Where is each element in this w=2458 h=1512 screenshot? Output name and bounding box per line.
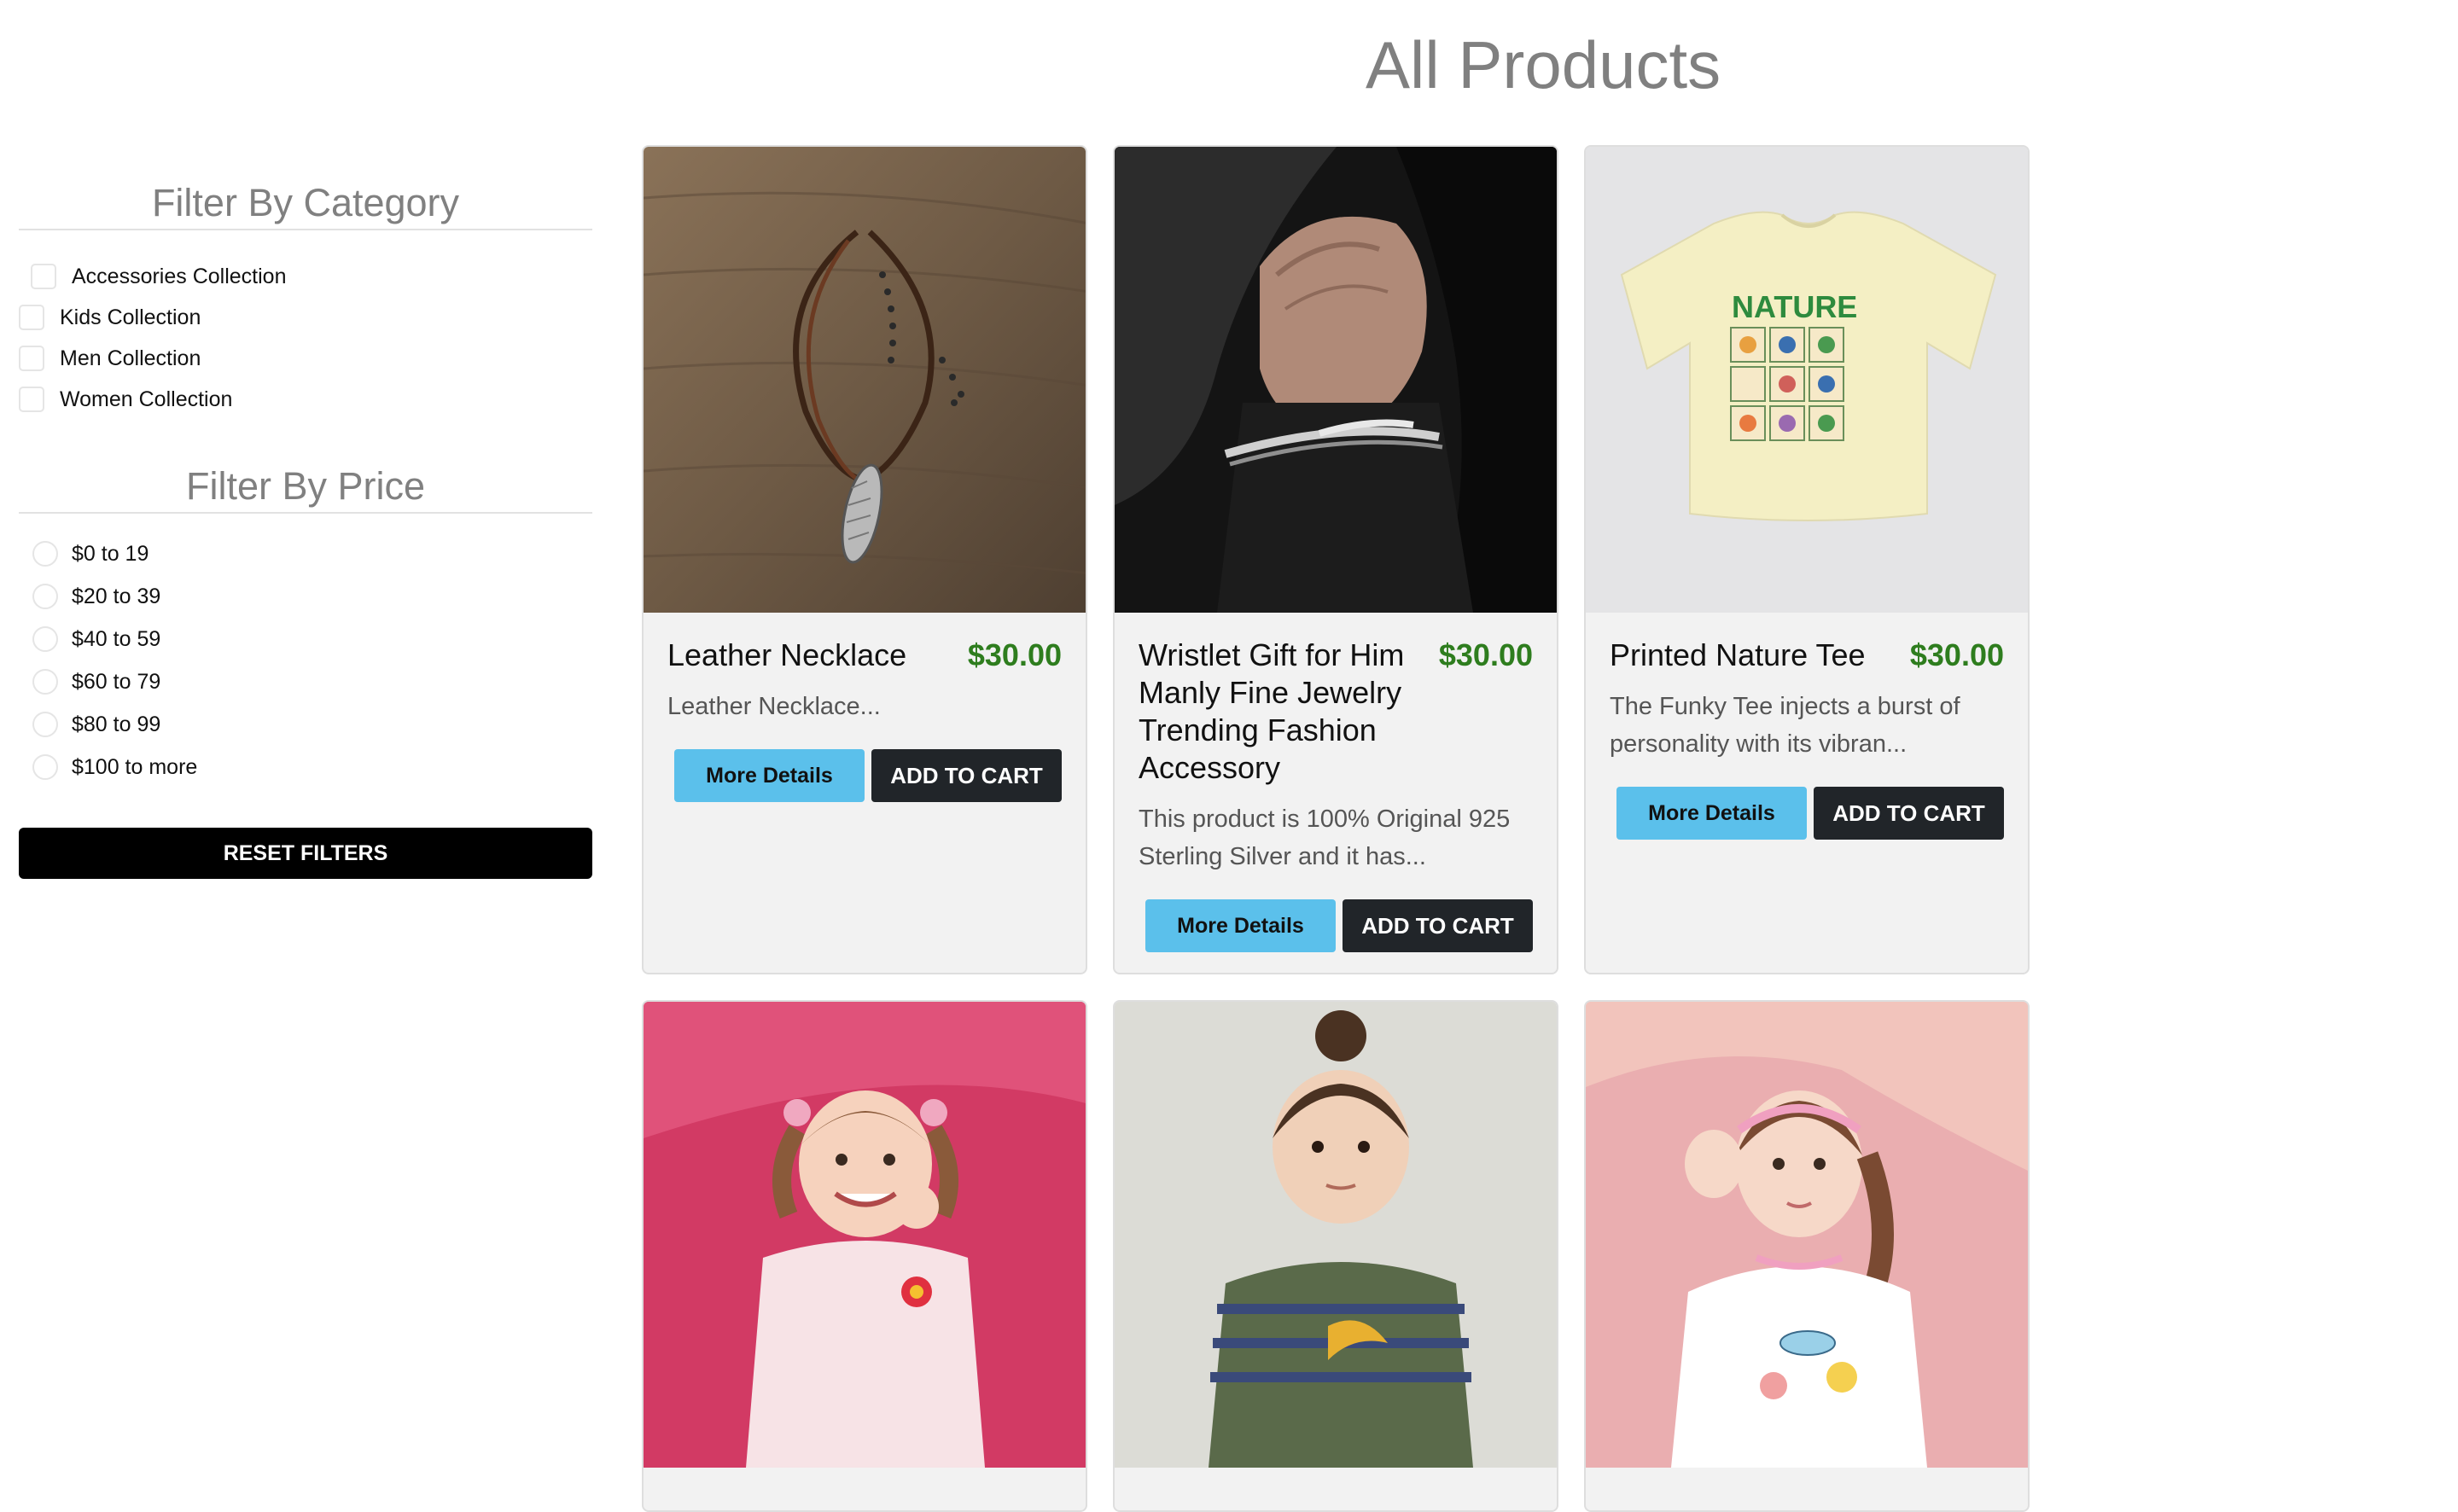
product-card: Wristlet Gift for Him Manly Fine Jewelry…: [1113, 145, 1558, 974]
title-row: Printed Nature Tee $30.00: [1610, 637, 2004, 674]
product-price: $30.00: [967, 637, 1062, 672]
category-label: Men Collection: [60, 346, 201, 370]
category-label: Women Collection: [60, 387, 233, 411]
product-title: Printed Nature Tee: [1610, 637, 1866, 672]
checkbox[interactable]: [19, 305, 44, 330]
price-label: $0 to 19: [72, 541, 149, 566]
price-filter-heading: Filter By Price: [19, 462, 592, 514]
add-to-cart-button[interactable]: ADD TO CART: [1814, 787, 2004, 840]
price-option-0-19[interactable]: $0 to 19: [19, 532, 592, 575]
price-label: $60 to 79: [72, 669, 161, 694]
product-grid: Leather Necklace $30.00 Leather Necklace…: [642, 145, 2031, 1512]
product-card: NATURE Printed Nature Tee $30.00 The Fun…: [1584, 145, 2030, 974]
product-card: Leather Necklace $30.00 Leather Necklace…: [642, 145, 1087, 974]
checkbox[interactable]: [19, 346, 44, 371]
product-card: [1584, 1000, 2030, 1512]
price-label: $20 to 39: [72, 584, 161, 608]
product-info: Printed Nature Tee $30.00 The Funky Tee …: [1586, 613, 2028, 857]
radio-button[interactable]: [32, 754, 58, 780]
product-price: $30.00: [1909, 637, 2004, 672]
checkbox[interactable]: [31, 264, 56, 289]
product-title: Leather Necklace: [667, 637, 907, 672]
price-filter: Filter By Price $0 to 19 $20 to 39 $40 t…: [19, 462, 592, 788]
product-card: [642, 1000, 1087, 1512]
price-label: $80 to 99: [72, 712, 161, 736]
title-row: Wristlet Gift for Him Manly Fine Jewelry…: [1139, 637, 1533, 787]
radio-button[interactable]: [32, 712, 58, 737]
price-label: $40 to 59: [72, 626, 161, 651]
category-option-kids[interactable]: Kids Collection: [19, 297, 592, 338]
product-title: Wristlet Gift for Him Manly Fine Jewelry…: [1139, 637, 1405, 785]
radio-button[interactable]: [32, 541, 58, 567]
category-option-accessories[interactable]: Accessories Collection: [19, 256, 592, 297]
product-image-girl-headband[interactable]: [1586, 1002, 2028, 1468]
price-option-20-39[interactable]: $20 to 39: [19, 575, 592, 618]
filter-sidebar: Filter By Category Accessories Collectio…: [19, 179, 592, 879]
more-details-button[interactable]: More Details: [1616, 787, 1807, 840]
radio-button[interactable]: [32, 669, 58, 695]
product-description: The Funky Tee injects a burst of persona…: [1610, 693, 1960, 758]
product-image-necklace[interactable]: [644, 147, 1086, 613]
product-info: Leather Necklace $30.00 Leather Necklace…: [644, 613, 1086, 819]
product-image-girl-pink-background[interactable]: [644, 1002, 1086, 1468]
product-price: $30.00: [1438, 637, 1533, 672]
reset-filters-button[interactable]: RESET FILTERS: [19, 828, 592, 879]
category-option-women[interactable]: Women Collection: [19, 379, 592, 420]
more-details-button[interactable]: More Details: [674, 749, 865, 802]
checkbox[interactable]: [19, 387, 44, 412]
category-filter-heading: Filter By Category: [19, 179, 592, 230]
product-actions: More Details ADD TO CART: [1610, 787, 2004, 840]
add-to-cart-button[interactable]: ADD TO CART: [1343, 899, 1533, 952]
title-row: Leather Necklace $30.00: [667, 637, 1062, 674]
product-image-bracelet[interactable]: [1115, 147, 1557, 613]
radio-button[interactable]: [32, 584, 58, 609]
price-option-80-99[interactable]: $80 to 99: [19, 703, 592, 746]
page-title: All Products: [1366, 27, 1721, 102]
radio-button[interactable]: [32, 626, 58, 652]
category-label: Accessories Collection: [72, 264, 287, 288]
category-filter-list: Accessories Collection Kids Collection M…: [19, 256, 592, 420]
add-to-cart-button[interactable]: ADD TO CART: [871, 749, 1062, 802]
product-card: [1113, 1000, 1558, 1512]
product-image-child-striped-shirt[interactable]: [1115, 1002, 1557, 1468]
tee-print-text: NATURE: [1732, 289, 1857, 324]
product-info: Wristlet Gift for Him Manly Fine Jewelry…: [1115, 613, 1557, 969]
product-description: This product is 100% Original 925 Sterli…: [1139, 805, 1511, 870]
price-option-60-79[interactable]: $60 to 79: [19, 660, 592, 703]
category-option-men[interactable]: Men Collection: [19, 338, 592, 379]
price-option-100-plus[interactable]: $100 to more: [19, 746, 592, 788]
price-filter-list: $0 to 19 $20 to 39 $40 to 59 $60 to 79 $…: [19, 532, 592, 788]
product-image-nature-tee[interactable]: NATURE: [1586, 147, 2028, 613]
more-details-button[interactable]: More Details: [1145, 899, 1336, 952]
product-description: Leather Necklace...: [667, 693, 881, 720]
product-actions: More Details ADD TO CART: [667, 749, 1062, 802]
price-option-40-59[interactable]: $40 to 59: [19, 618, 592, 660]
product-actions: More Details ADD TO CART: [1139, 899, 1533, 952]
category-label: Kids Collection: [60, 305, 201, 329]
price-label: $100 to more: [72, 754, 198, 779]
